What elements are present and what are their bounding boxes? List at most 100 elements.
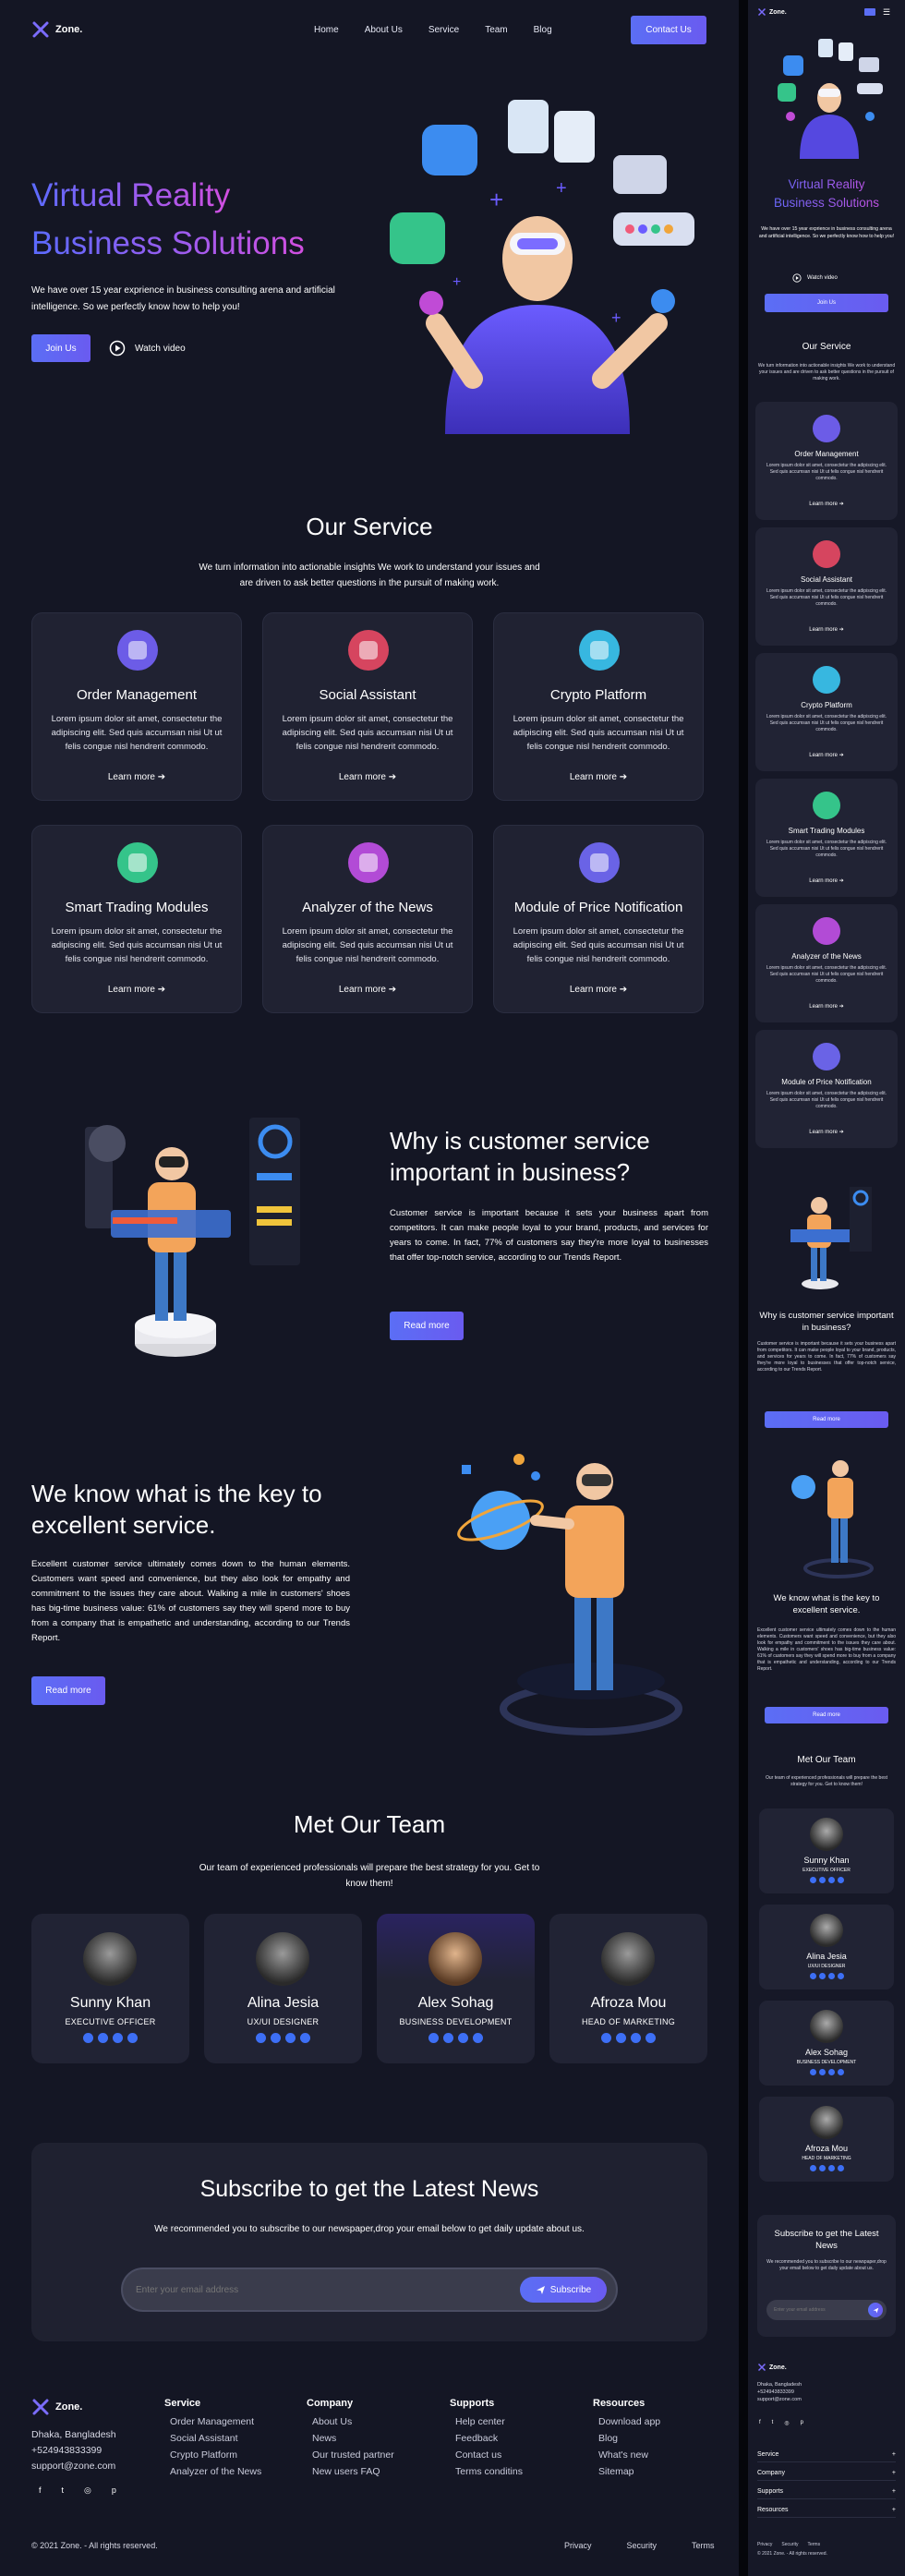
pinterest-icon[interactable]: p	[112, 2485, 116, 2496]
learn-more-link[interactable]: Learn more ➔	[494, 985, 703, 995]
facebook-icon[interactable]	[837, 2165, 844, 2171]
linkedin-icon[interactable]	[818, 1877, 826, 1883]
hamburger-menu-icon[interactable]: ☰	[883, 8, 894, 17]
mobile-why-button[interactable]: Read more	[765, 1411, 888, 1428]
linkedin-icon[interactable]	[443, 2033, 453, 2043]
mobile-learn-more[interactable]: Learn more ➔	[755, 626, 898, 633]
footer-link[interactable]: Analyzer of the News	[164, 2466, 261, 2477]
google-icon[interactable]	[827, 1973, 835, 1979]
learn-more-link[interactable]: Learn more ➔	[494, 772, 703, 782]
linkedin-icon[interactable]	[98, 2033, 108, 2043]
footer-link[interactable]: About Us	[307, 2416, 394, 2427]
mobile-learn-more[interactable]: Learn more ➔	[755, 1003, 898, 1010]
mobile-learn-more[interactable]: Learn more ➔	[755, 501, 898, 507]
learn-more-link[interactable]: Learn more ➔	[32, 772, 241, 782]
mobile-watch-video[interactable]: Watch video	[792, 273, 838, 283]
security-link[interactable]: Security	[781, 2542, 798, 2547]
terms-link[interactable]: Terms	[692, 2541, 715, 2550]
footer-phone[interactable]: +524943833399	[31, 2443, 116, 2459]
twitter-icon[interactable]	[428, 2033, 439, 2043]
pinterest-icon[interactable]: p	[801, 2420, 803, 2426]
google-icon[interactable]	[458, 2033, 468, 2043]
mobile-email-input[interactable]	[774, 2305, 857, 2315]
mobile-accordion-resources[interactable]: Resources +	[757, 2507, 896, 2518]
nav-team[interactable]: Team	[485, 25, 507, 35]
watch-video-button[interactable]: Watch video	[109, 340, 186, 357]
mobile-accordion-company[interactable]: Company +	[757, 2470, 896, 2481]
google-icon[interactable]	[827, 2069, 835, 2075]
linkedin-icon[interactable]	[818, 1973, 826, 1979]
twitter-icon[interactable]	[601, 2033, 611, 2043]
mobile-learn-more[interactable]: Learn more ➔	[755, 1129, 898, 1135]
mobile-send-button[interactable]	[868, 2303, 883, 2317]
mobile-logo[interactable]: Zone.	[757, 7, 787, 17]
footer-link[interactable]: Blog	[593, 2433, 660, 2444]
footer-link[interactable]: News	[307, 2433, 394, 2444]
footer-link[interactable]: Our trusted partner	[307, 2449, 394, 2461]
facebook-icon[interactable]	[473, 2033, 483, 2043]
nav-service[interactable]: Service	[428, 25, 459, 35]
facebook-icon[interactable]	[837, 1973, 844, 1979]
footer-link[interactable]: Terms conditins	[450, 2466, 523, 2477]
google-icon[interactable]	[113, 2033, 123, 2043]
instagram-icon[interactable]: ◎	[784, 2420, 789, 2426]
privacy-link[interactable]: Privacy	[564, 2541, 592, 2550]
twitter-icon[interactable]	[809, 2069, 816, 2075]
mobile-join-button[interactable]: Join Us	[765, 294, 888, 312]
google-icon[interactable]	[827, 1877, 835, 1883]
facebook-icon[interactable]	[837, 2069, 844, 2075]
mobile-footer-logo[interactable]: Zone.	[757, 2363, 787, 2372]
footer-link[interactable]: Crypto Platform	[164, 2449, 261, 2461]
google-icon[interactable]	[827, 2165, 835, 2171]
key-read-more-button[interactable]: Read more	[31, 1676, 105, 1705]
footer-link[interactable]: Feedback	[450, 2433, 523, 2444]
nav-about[interactable]: About Us	[365, 25, 403, 35]
footer-link[interactable]: What's new	[593, 2449, 660, 2461]
twitter-icon[interactable]	[256, 2033, 266, 2043]
footer-link[interactable]: Contact us	[450, 2449, 523, 2461]
footer-link[interactable]: Order Management	[164, 2416, 261, 2427]
mobile-key-button[interactable]: Read more	[765, 1707, 888, 1723]
footer-link[interactable]: Social Assistant	[164, 2433, 261, 2444]
learn-more-link[interactable]: Learn more ➔	[263, 985, 472, 995]
instagram-icon[interactable]: ◎	[84, 2485, 91, 2496]
linkedin-icon[interactable]	[271, 2033, 281, 2043]
mobile-accordion-supports[interactable]: Supports +	[757, 2488, 896, 2499]
security-link[interactable]: Security	[627, 2541, 658, 2550]
facebook-icon[interactable]	[300, 2033, 310, 2043]
facebook-icon[interactable]: f	[39, 2485, 42, 2496]
footer-link[interactable]: Download app	[593, 2416, 660, 2427]
mobile-email[interactable]: support@zone.com	[757, 2396, 802, 2403]
mobile-learn-more[interactable]: Learn more ➔	[755, 877, 898, 884]
mobile-learn-more[interactable]: Learn more ➔	[755, 752, 898, 758]
linkedin-icon[interactable]	[818, 2165, 826, 2171]
logo[interactable]: Zone.	[31, 20, 82, 39]
facebook-icon[interactable]	[837, 1877, 844, 1883]
footer-email[interactable]: support@zone.com	[31, 2459, 116, 2474]
learn-more-link[interactable]: Learn more ➔	[32, 985, 241, 995]
twitter-icon[interactable]	[809, 1877, 816, 1883]
footer-link[interactable]: New users FAQ	[307, 2466, 394, 2477]
facebook-icon[interactable]: f	[759, 2420, 761, 2426]
google-icon[interactable]	[285, 2033, 296, 2043]
subscribe-button[interactable]: Subscribe	[520, 2277, 607, 2303]
flag-icon[interactable]	[864, 8, 875, 16]
terms-link[interactable]: Terms	[807, 2542, 820, 2547]
footer-link[interactable]: Sitemap	[593, 2466, 660, 2477]
twitter-icon[interactable]	[809, 2165, 816, 2171]
footer-logo[interactable]: Zone.	[31, 2398, 82, 2416]
twitter-icon[interactable]: t	[62, 2485, 65, 2496]
nav-blog[interactable]: Blog	[534, 25, 552, 35]
linkedin-icon[interactable]	[616, 2033, 626, 2043]
twitter-icon[interactable]	[809, 1973, 816, 1979]
mobile-phone[interactable]: +524943833399	[757, 2389, 802, 2396]
learn-more-link[interactable]: Learn more ➔	[263, 772, 472, 782]
join-button[interactable]: Join Us	[31, 334, 90, 362]
footer-link[interactable]: Help center	[450, 2416, 523, 2427]
contact-button[interactable]: Contact Us	[631, 16, 706, 44]
mobile-accordion-service[interactable]: Service +	[757, 2451, 896, 2462]
twitter-icon[interactable]	[83, 2033, 93, 2043]
privacy-link[interactable]: Privacy	[757, 2542, 772, 2547]
facebook-icon[interactable]	[127, 2033, 138, 2043]
twitter-icon[interactable]: t	[772, 2420, 774, 2426]
